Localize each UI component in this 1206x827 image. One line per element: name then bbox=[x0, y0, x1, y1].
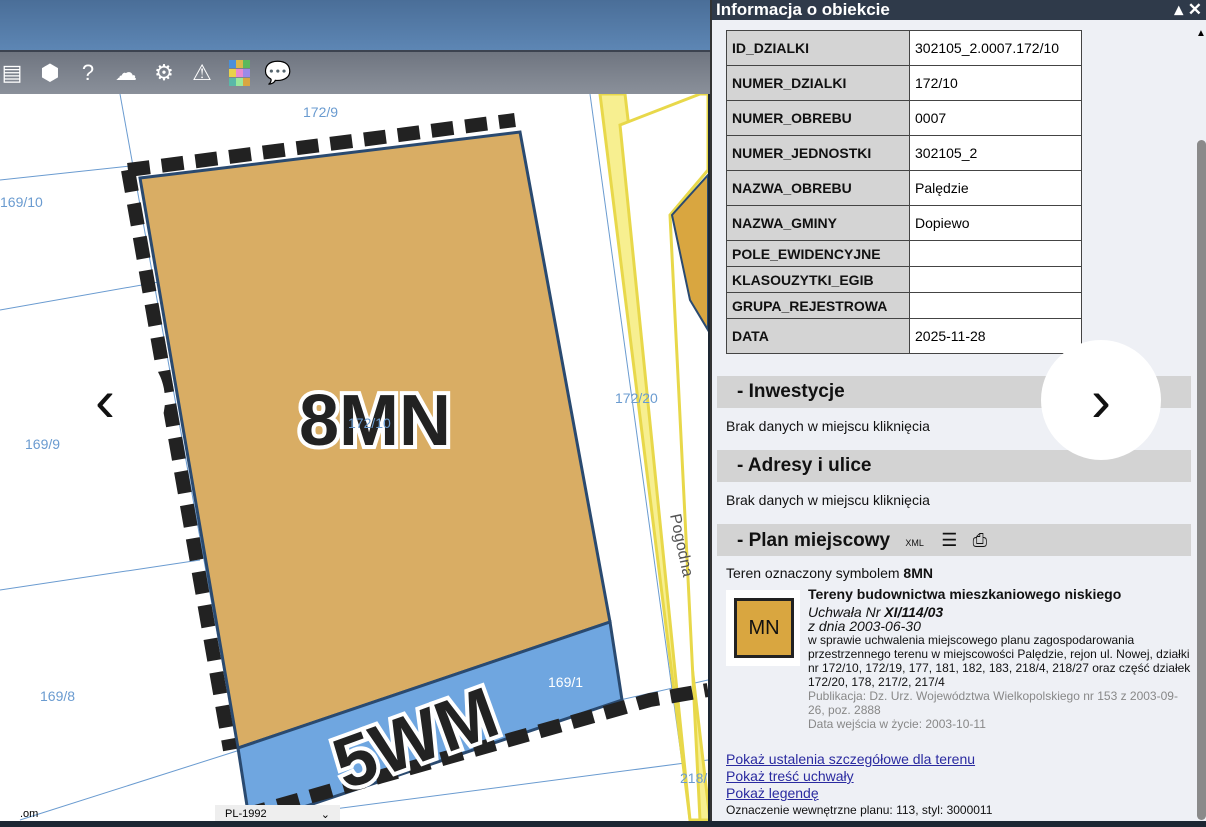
parcel-label: 169/1 bbox=[548, 674, 584, 690]
cloud-download-icon[interactable]: ☁ bbox=[114, 60, 138, 86]
crs-value: PL-1992 bbox=[225, 808, 267, 820]
attribute-value: Dopiewo bbox=[909, 205, 1082, 241]
attribute-value: 302105_2.0007.172/10 bbox=[909, 30, 1082, 66]
attribute-key: NUMER_DZIALKI bbox=[726, 65, 910, 101]
attributes-table: ID_DZIALKI 302105_2.0007.172/10 NUMER_DZIA… bbox=[726, 30, 1082, 354]
attribute-value bbox=[909, 266, 1082, 293]
xml-icon[interactable]: XML bbox=[905, 538, 924, 548]
attribute-row: NAZWA_GMINY Dopiewo bbox=[726, 205, 1082, 241]
uchwala-date: z dnia 2003-06-30 bbox=[808, 618, 921, 634]
attribute-row: KLASOUZYTKI_EGIB bbox=[726, 266, 1082, 293]
window-header bbox=[0, 0, 710, 50]
panel-controls[interactable]: ▴ ✕ bbox=[1174, 0, 1202, 20]
panel-header: Informacja o obiekcie ▴ ✕ bbox=[712, 0, 1206, 20]
attribute-key: NAZWA_OBREBU bbox=[726, 170, 910, 206]
section-plan[interactable]: - Plan miejscowy XML ☰ ⎙ bbox=[717, 524, 1191, 556]
attribute-key: ID_DZIALKI bbox=[726, 30, 910, 66]
attribute-key: DATA bbox=[726, 318, 910, 354]
prev-image-button[interactable]: ‹ bbox=[45, 340, 165, 460]
link-tresc-uchwaly[interactable]: Pokaż treść uchwały bbox=[726, 768, 854, 784]
list-icon[interactable]: ☰ bbox=[941, 530, 957, 550]
parcel-label: 169/10 bbox=[0, 194, 43, 210]
layers-icon[interactable]: ▤ bbox=[0, 60, 24, 86]
attribute-row: ID_DZIALKI 302105_2.0007.172/10 bbox=[726, 30, 1082, 66]
attribute-row: NUMER_DZIALKI 172/10 bbox=[726, 65, 1082, 101]
scale-bar: .om bbox=[20, 808, 39, 820]
attribute-key: NUMER_OBREBU bbox=[726, 100, 910, 136]
section-title: - Plan miejscowy bbox=[737, 530, 891, 551]
chevron-left-icon: ‹ bbox=[95, 366, 115, 434]
settings-icon[interactable]: ⚙ bbox=[152, 60, 176, 86]
chevron-down-icon: ⌄ bbox=[320, 809, 330, 821]
attribute-value: 0007 bbox=[909, 100, 1082, 136]
parcel-label: 172/20 bbox=[615, 390, 658, 406]
attribute-key: KLASOUZYTKI_EGIB bbox=[726, 266, 910, 293]
attribute-value bbox=[909, 240, 1082, 267]
zone-name: Tereny budownictwa mieszkaniowego niskie… bbox=[808, 586, 1122, 602]
attribute-value: 302105_2 bbox=[909, 135, 1082, 171]
print-icon[interactable]: ⎙ bbox=[973, 530, 987, 550]
attribute-value: 172/10 bbox=[909, 65, 1082, 101]
no-data-text: Brak danych w miejscu kliknięcia bbox=[726, 492, 930, 508]
uchwala-description: w sprawie uchwalenia miejscowego planu z… bbox=[808, 633, 1191, 689]
chevron-right-icon: › bbox=[1091, 366, 1111, 434]
attribute-row: DATA 2025-11-28 bbox=[726, 318, 1082, 354]
teren-label: Teren oznaczony symbolem bbox=[726, 565, 904, 581]
zone-badge-label: MN bbox=[734, 598, 794, 658]
publication: Publikacja: Dz. Urz. Województwa Wielkop… bbox=[808, 689, 1178, 717]
parcel-label: 169/9 bbox=[25, 436, 61, 452]
help-icon[interactable]: ? bbox=[76, 60, 100, 86]
next-image-button[interactable]: › bbox=[1041, 340, 1161, 460]
parcel-label: 218/ bbox=[680, 770, 708, 786]
attribute-value bbox=[909, 292, 1082, 319]
attribute-key: NAZWA_GMINY bbox=[726, 205, 910, 241]
map-toolbar: ▤ ⬢ ? ☁ ⚙ ⚠ 💬 bbox=[0, 50, 710, 94]
teren-symbol: 8MN bbox=[903, 565, 933, 581]
scrollbar-thumb[interactable] bbox=[1197, 140, 1206, 820]
attribute-row: NUMER_JEDNOSTKI 302105_2 bbox=[726, 135, 1082, 171]
section-title: - Adresy i ulice bbox=[737, 455, 872, 476]
attribute-row: NUMER_OBREBU 0007 bbox=[726, 100, 1082, 136]
internal-designation: Oznaczenie wewnętrzne planu: 113, styl: … bbox=[726, 803, 993, 817]
attribute-row: POLE_EWIDENCYJNE bbox=[726, 240, 1082, 267]
feedback-icon[interactable]: 💬 bbox=[264, 60, 291, 86]
section-title: - Inwestycje bbox=[737, 381, 845, 402]
attribute-value: 2025-11-28 bbox=[909, 318, 1082, 354]
parcel-label: 172/9 bbox=[303, 104, 339, 120]
color-grid-icon[interactable] bbox=[228, 60, 252, 86]
attribute-key: POLE_EWIDENCYJNE bbox=[726, 240, 910, 267]
plan-details: Teren oznaczony symbolem 8MN MN Tereny b… bbox=[726, 565, 1196, 817]
no-data-text: Brak danych w miejscu kliknięcia bbox=[726, 418, 930, 434]
scroll-up-icon[interactable]: ▲ bbox=[1196, 28, 1206, 39]
attribute-key: GRUPA_REJESTROWA bbox=[726, 292, 910, 319]
attribute-row: NAZWA_OBREBU Palędzie bbox=[726, 170, 1082, 206]
attribute-value: Palędzie bbox=[909, 170, 1082, 206]
shape-icon[interactable]: ⬢ bbox=[38, 60, 62, 86]
warning-icon[interactable]: ⚠ bbox=[190, 60, 214, 86]
attribute-key: NUMER_JEDNOSTKI bbox=[726, 135, 910, 171]
attribute-row: GRUPA_REJESTROWA bbox=[726, 292, 1082, 319]
parcel-label: 169/8 bbox=[40, 688, 76, 704]
parcel-label-main: 172/10 bbox=[348, 415, 391, 431]
bottom-bar bbox=[0, 821, 1206, 827]
scrollbar[interactable]: ▲ bbox=[1196, 28, 1206, 820]
link-legenda[interactable]: Pokaż legendę bbox=[726, 785, 819, 801]
link-ustalenia[interactable]: Pokaż ustalenia szczegółowe dla terenu bbox=[726, 751, 975, 767]
parcel-label: 218/4 bbox=[540, 739, 576, 755]
effective-date: Data wejścia w życie: 2003-10-11 bbox=[808, 717, 986, 731]
zone-badge: MN bbox=[726, 590, 800, 666]
panel-title: Informacja o obiekcie bbox=[716, 0, 890, 19]
